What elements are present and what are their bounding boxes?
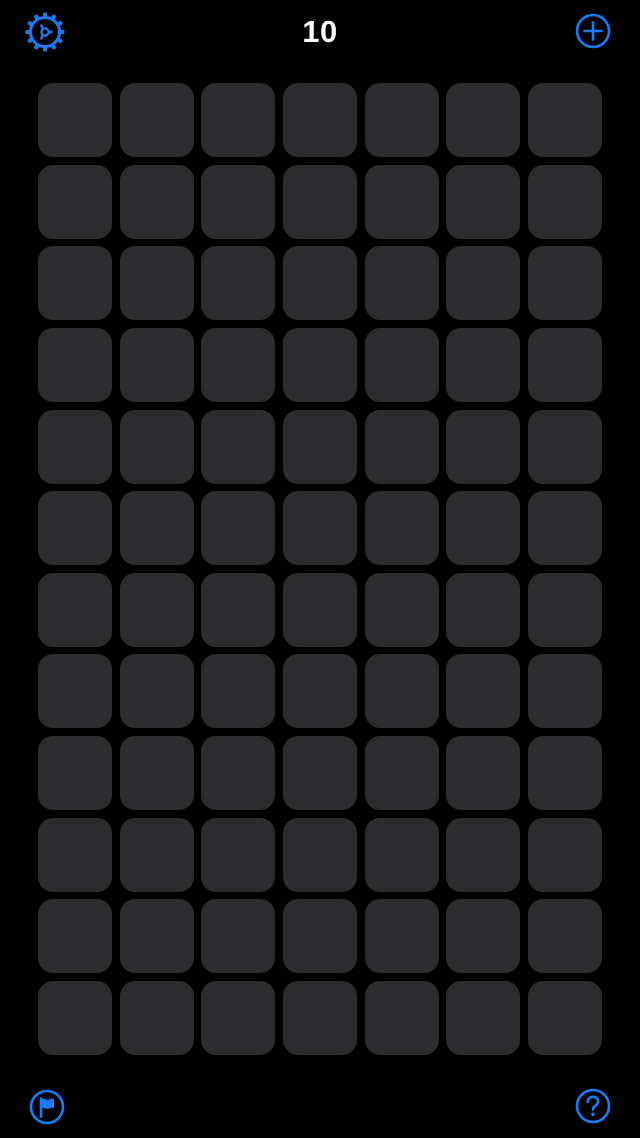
board-cell[interactable] xyxy=(201,817,276,892)
board-cell[interactable] xyxy=(446,246,521,321)
board-cell[interactable] xyxy=(119,491,194,566)
board-cell[interactable] xyxy=(446,164,521,239)
board-cell[interactable] xyxy=(282,491,357,566)
board-cell[interactable] xyxy=(446,899,521,974)
help-button[interactable] xyxy=(574,1087,612,1125)
board-cell[interactable] xyxy=(38,409,112,484)
board-cell[interactable] xyxy=(446,817,521,892)
board-cell[interactable] xyxy=(201,491,276,566)
board-cell[interactable] xyxy=(446,409,521,484)
question-circle-icon xyxy=(575,1088,611,1124)
board-cell[interactable] xyxy=(38,327,112,402)
board-cell[interactable] xyxy=(201,899,276,974)
board-cell[interactable] xyxy=(527,654,602,729)
board-cell[interactable] xyxy=(364,980,439,1055)
board-cell[interactable] xyxy=(119,409,194,484)
board-cell[interactable] xyxy=(364,491,439,566)
gear-icon xyxy=(25,12,65,52)
board-cell[interactable] xyxy=(364,736,439,810)
board-cell[interactable] xyxy=(446,572,521,647)
board-cell[interactable] xyxy=(282,736,357,810)
board-cell[interactable] xyxy=(446,654,521,729)
board-cell[interactable] xyxy=(119,246,194,321)
flag-mode-button[interactable] xyxy=(28,1088,66,1126)
board-cell[interactable] xyxy=(282,164,357,239)
new-game-button[interactable] xyxy=(574,12,612,50)
board-cell[interactable] xyxy=(282,572,357,647)
board-cell[interactable] xyxy=(119,736,194,810)
board-cell[interactable] xyxy=(364,409,439,484)
board-cell[interactable] xyxy=(38,83,112,157)
board-cell[interactable] xyxy=(119,572,194,647)
board-cell[interactable] xyxy=(201,164,276,239)
board-cell[interactable] xyxy=(201,572,276,647)
board-cell[interactable] xyxy=(282,980,357,1055)
board-cell[interactable] xyxy=(38,164,112,239)
board-cell[interactable] xyxy=(119,327,194,402)
board-cell[interactable] xyxy=(38,899,112,974)
board-cell[interactable] xyxy=(38,980,112,1055)
board-cell[interactable] xyxy=(201,83,276,157)
board-cell[interactable] xyxy=(527,491,602,566)
top-bar: 10 xyxy=(0,0,640,70)
board-cell[interactable] xyxy=(364,164,439,239)
board-cell[interactable] xyxy=(527,246,602,321)
board-cell[interactable] xyxy=(527,899,602,974)
board-cell[interactable] xyxy=(38,572,112,647)
board-cell[interactable] xyxy=(38,817,112,892)
mine-counter: 10 xyxy=(302,14,338,49)
board-cell[interactable] xyxy=(201,327,276,402)
board-cell[interactable] xyxy=(201,736,276,810)
board-cell[interactable] xyxy=(119,654,194,729)
board-cell[interactable] xyxy=(446,736,521,810)
board-cell[interactable] xyxy=(282,246,357,321)
board-cell[interactable] xyxy=(119,980,194,1055)
board-cell[interactable] xyxy=(527,409,602,484)
flag-circle-icon xyxy=(29,1089,65,1125)
board-cell[interactable] xyxy=(201,409,276,484)
board-cell[interactable] xyxy=(201,246,276,321)
board-cell[interactable] xyxy=(282,327,357,402)
board-cell[interactable] xyxy=(527,83,602,157)
board-cell[interactable] xyxy=(282,654,357,729)
board-cell[interactable] xyxy=(119,83,194,157)
board-cell[interactable] xyxy=(282,83,357,157)
board-cell[interactable] xyxy=(119,817,194,892)
board-cell[interactable] xyxy=(119,164,194,239)
board-cell[interactable] xyxy=(364,899,439,974)
board-cell[interactable] xyxy=(282,409,357,484)
board-cell[interactable] xyxy=(527,164,602,239)
board-cell[interactable] xyxy=(364,327,439,402)
board-cell[interactable] xyxy=(38,246,112,321)
board-cell[interactable] xyxy=(364,83,439,157)
board-cell[interactable] xyxy=(364,246,439,321)
board-cell[interactable] xyxy=(446,491,521,566)
board-cell[interactable] xyxy=(527,817,602,892)
plus-circle-icon xyxy=(575,13,611,49)
board-cell[interactable] xyxy=(446,83,521,157)
board-cell[interactable] xyxy=(38,491,112,566)
board-cell[interactable] xyxy=(446,327,521,402)
board-cell[interactable] xyxy=(119,899,194,974)
board-cell[interactable] xyxy=(201,654,276,729)
board-cell[interactable] xyxy=(527,980,602,1055)
minefield-grid xyxy=(38,83,602,1055)
settings-button[interactable] xyxy=(24,11,66,53)
board-cell[interactable] xyxy=(282,899,357,974)
board-cell[interactable] xyxy=(38,654,112,729)
board-cell[interactable] xyxy=(527,327,602,402)
board-cell[interactable] xyxy=(527,572,602,647)
board-cell[interactable] xyxy=(282,817,357,892)
board-cell[interactable] xyxy=(364,654,439,729)
board-cell[interactable] xyxy=(446,980,521,1055)
board-cell[interactable] xyxy=(364,572,439,647)
board-cell[interactable] xyxy=(201,980,276,1055)
board-cell[interactable] xyxy=(38,736,112,810)
board-cell[interactable] xyxy=(364,817,439,892)
board-cell[interactable] xyxy=(527,736,602,810)
